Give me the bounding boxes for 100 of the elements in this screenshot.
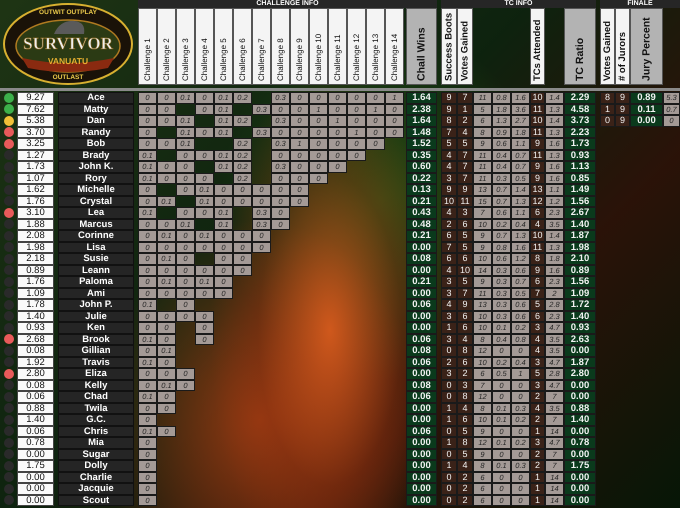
table-cell: 6 — [457, 253, 473, 264]
score-cell: 1.92 — [17, 356, 54, 368]
player-name: Susie — [58, 253, 134, 264]
table-cell: 6 — [530, 310, 545, 322]
score-cell: 1.76 — [17, 196, 54, 207]
table-cell: 0.35 — [406, 150, 437, 161]
table-cell: 4 — [457, 402, 473, 414]
table-cell: 1.52 — [406, 138, 437, 150]
table-cell: 3 — [441, 172, 457, 184]
table-cell: 7 — [441, 126, 457, 138]
table-cell: 3 — [457, 207, 473, 218]
player-name: Bob — [58, 138, 134, 150]
table-cell: 0 — [441, 483, 457, 494]
table-cell: 1 — [441, 322, 457, 334]
table-cell: 11 — [457, 196, 473, 207]
table-cell: 3 — [530, 356, 545, 368]
table-cell: 0.89 — [564, 264, 596, 276]
score-cell: 0.88 — [17, 402, 54, 414]
table-cell: 1 — [441, 414, 457, 426]
table-cell: 11 — [530, 150, 545, 161]
table-cell: 0.48 — [406, 218, 437, 230]
table-cell: 5 — [530, 368, 545, 380]
table-cell: 10 — [441, 196, 457, 207]
table-cell: 0.00 — [564, 391, 596, 402]
column-header: TC Ratio — [564, 8, 596, 85]
table-cell: 4 — [441, 150, 457, 161]
table-cell: 0.00 — [406, 368, 437, 380]
table-cell: 0.00 — [564, 448, 596, 460]
player-name: Kelly — [58, 380, 134, 391]
player-name: Marcus — [58, 218, 134, 230]
player-name: Lisa — [58, 242, 134, 253]
column-header: Challenge 5 — [214, 8, 233, 85]
table-cell: 1 — [530, 472, 545, 483]
table-cell: 0.06 — [406, 334, 437, 345]
player-name: Randy — [58, 126, 134, 138]
table-cell: 0.00 — [406, 414, 437, 426]
table-cell: 2 — [457, 115, 473, 126]
table-cell: 1.40 — [564, 218, 596, 230]
table-cell: 1 — [600, 104, 615, 115]
table-cell: 9 — [441, 104, 457, 115]
player-name: Travis — [58, 356, 134, 368]
table-cell: 3 — [530, 437, 545, 448]
table-cell: 4 — [530, 345, 545, 356]
table-cell: 4 — [441, 207, 457, 218]
table-cell: 0.93 — [564, 150, 596, 161]
table-cell: 7 — [457, 172, 473, 184]
table-cell: 0.06 — [406, 299, 437, 310]
column-header: Challenge 13 — [366, 8, 385, 85]
table-cell: 10 — [457, 264, 473, 276]
table-cell: 8 — [600, 92, 615, 104]
table-cell: 7 — [457, 92, 473, 104]
score-cell: 2.68 — [17, 334, 54, 345]
column-header: Challenge 4 — [195, 8, 214, 85]
player-name: Gillian — [58, 345, 134, 356]
player-name: Mia — [58, 437, 134, 448]
table-cell: 4 — [530, 218, 545, 230]
table-cell: 2 — [530, 391, 545, 402]
table-cell: 1.56 — [564, 196, 596, 207]
table-cell: 0.43 — [406, 207, 437, 218]
column-header: # of Jurors — [615, 8, 630, 85]
table-cell: 8 — [457, 391, 473, 402]
column-header: Success Boots — [441, 8, 457, 85]
score-cell: 1.27 — [17, 150, 54, 161]
table-cell: 0.60 — [406, 161, 437, 172]
table-cell: 0.06 — [406, 356, 437, 368]
player-name: Paloma — [58, 276, 134, 288]
table-cell: 7 — [441, 242, 457, 253]
table-cell: 2 — [457, 472, 473, 483]
column-header: Challenge 1 — [138, 8, 157, 85]
score-cell: 7.62 — [17, 104, 54, 115]
table-cell: 7 — [530, 288, 545, 299]
table-cell: 0.00 — [406, 242, 437, 253]
player-name: Matty — [58, 104, 134, 115]
score-cell: 1.07 — [17, 172, 54, 184]
table-cell: 1.48 — [406, 126, 437, 138]
table-cell: 0.00 — [564, 483, 596, 494]
table-cell: 6 — [530, 276, 545, 288]
table-cell: 6 — [441, 253, 457, 264]
table-cell: 0.00 — [406, 288, 437, 299]
table-cell: 6 — [441, 230, 457, 242]
table-cell: 5 — [457, 242, 473, 253]
logo-subtitle: VANUATU — [48, 56, 88, 66]
table-cell: 1.72 — [564, 299, 596, 310]
table-cell: 0 — [441, 426, 457, 437]
column-header: TCs Attended — [530, 8, 545, 85]
table-cell: 8 — [457, 437, 473, 448]
table-cell: 9 — [457, 184, 473, 196]
table-cell: 1.40 — [564, 414, 596, 426]
table-cell: 7 — [457, 288, 473, 299]
table-cell: 10 — [530, 92, 545, 104]
table-cell: 4.58 — [564, 104, 596, 115]
table-cell: 1.56 — [564, 276, 596, 288]
table-cell: 6 — [530, 207, 545, 218]
player-name: Brook — [58, 334, 134, 345]
table-cell: 0.21 — [406, 230, 437, 242]
table-cell: 0.89 — [630, 92, 663, 104]
column-header: Challenge 2 — [157, 8, 176, 85]
table-cell: 12 — [530, 196, 545, 207]
table-cell: 1 — [441, 437, 457, 448]
table-cell: 4 — [457, 334, 473, 345]
